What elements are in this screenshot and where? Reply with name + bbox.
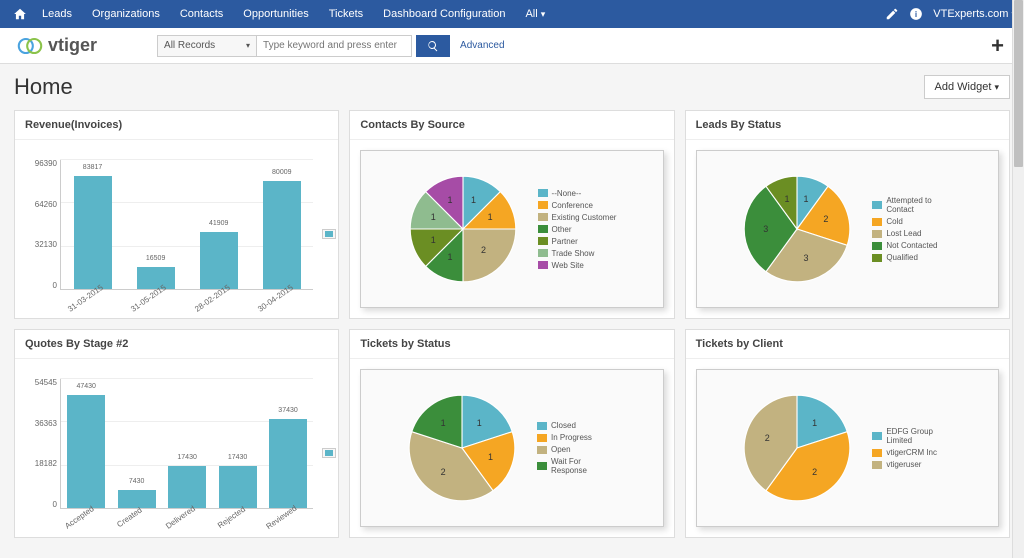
search-button[interactable] <box>416 35 450 57</box>
search-input[interactable] <box>257 35 412 57</box>
page-title: Home <box>14 74 73 100</box>
widget-title: Leads By Status <box>686 111 1009 140</box>
widget-leads-status: Leads By Status 12331Attempted to Contac… <box>685 110 1010 319</box>
logo: vtiger <box>16 32 97 60</box>
records-select[interactable]: All Records ▾ <box>157 35 257 57</box>
widget-title: Tickets by Client <box>686 330 1009 359</box>
widget-tickets-status: Tickets by Status 1121ClosedIn ProgressO… <box>349 329 674 538</box>
widget-revenue: Revenue(Invoices) 9639064260321300838171… <box>14 110 339 319</box>
nav-tickets[interactable]: Tickets <box>319 0 373 28</box>
logo-text: vtiger <box>48 35 97 56</box>
add-widget-button[interactable]: Add Widget ▾ <box>924 75 1010 99</box>
edit-icon[interactable] <box>885 7 899 21</box>
widget-contacts-source: Contacts By Source 1121111--None--Confer… <box>349 110 674 319</box>
widget-title: Tickets by Status <box>350 330 673 359</box>
widget-title: Contacts By Source <box>350 111 673 140</box>
tickets-client-chart: 122EDFG Group LimitedvtigerCRM Incvtiger… <box>696 369 999 527</box>
nav-opportunities[interactable]: Opportunities <box>233 0 318 28</box>
page-header: Home Add Widget ▾ <box>0 64 1024 110</box>
home-icon[interactable] <box>8 2 32 26</box>
add-icon[interactable]: + <box>991 33 1004 59</box>
top-navbar: Leads Organizations Contacts Opportuniti… <box>0 0 1024 28</box>
tickets-status-chart: 1121ClosedIn ProgressOpenWait For Respon… <box>360 369 663 527</box>
search-bar: vtiger All Records ▾ Advanced + <box>0 28 1024 64</box>
info-icon[interactable]: i <box>909 7 923 21</box>
legend-icon <box>322 229 336 239</box>
widget-quotes-stage: Quotes By Stage #2 545453636318182047430… <box>14 329 339 538</box>
vertical-scrollbar[interactable] <box>1012 0 1024 558</box>
dashboard-grid: Revenue(Invoices) 9639064260321300838171… <box>0 110 1024 538</box>
chevron-down-icon: ▾ <box>541 9 546 20</box>
contacts-source-chart: 1121111--None--ConferenceExisting Custom… <box>360 150 663 308</box>
advanced-search-link[interactable]: Advanced <box>460 40 504 51</box>
nav-all[interactable]: All▾ <box>515 0 555 28</box>
widget-title: Revenue(Invoices) <box>15 111 338 140</box>
widget-title: Quotes By Stage #2 <box>15 330 338 359</box>
revenue-chart: 96390642603213008381716509419098000931-0… <box>60 160 323 300</box>
quotes-stage-chart: 5454536363181820474307430174301743037430… <box>60 379 323 519</box>
widget-tickets-client: Tickets by Client 122EDFG Group Limitedv… <box>685 329 1010 538</box>
svg-text:i: i <box>915 10 917 19</box>
nav-organizations[interactable]: Organizations <box>82 0 170 28</box>
legend-icon <box>322 448 336 458</box>
nav-contacts[interactable]: Contacts <box>170 0 233 28</box>
leads-status-chart: 12331Attempted to ContactColdLost LeadNo… <box>696 150 999 308</box>
nav-dashboard-config[interactable]: Dashboard Configuration <box>373 0 515 28</box>
nav-leads[interactable]: Leads <box>32 0 82 28</box>
user-menu[interactable]: VTExperts.com▾ <box>933 8 1016 20</box>
